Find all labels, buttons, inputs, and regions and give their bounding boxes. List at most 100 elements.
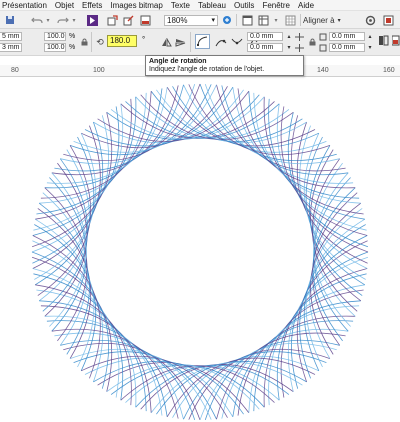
spiro-stroke <box>237 315 356 416</box>
options-icon[interactable] <box>364 14 376 26</box>
redo-dropdown-icon[interactable]: ▾ <box>71 14 77 26</box>
view-dropdown-icon[interactable]: ▾ <box>272 14 280 26</box>
spiro-stroke <box>199 342 337 421</box>
spiro-stroke <box>312 158 358 312</box>
ruler-tick: 80 <box>11 67 19 74</box>
full-screen-icon[interactable] <box>241 14 253 26</box>
property-bar: 5 mm 3 mm 100.0 100.0 % % ⟲ 180.0 ° 0.0 … <box>0 29 400 56</box>
menu-aide[interactable]: Aide <box>298 0 314 11</box>
scale-x-value: 100.0 <box>47 33 65 40</box>
menu-outils[interactable]: Outils <box>234 0 254 11</box>
toolbar-separator <box>190 32 191 52</box>
toolbar-separator <box>300 14 301 26</box>
standard-toolbar: ▾ ▾ 180% ▾ ▾ Aligner à ▾ <box>0 11 400 29</box>
spiro-stroke <box>199 83 337 162</box>
offset-value-2: 0.0 mm <box>332 44 356 51</box>
toolbar-separator <box>91 32 92 52</box>
spiro-stroke <box>42 192 88 346</box>
object-width-value: 5 mm <box>2 33 20 40</box>
spiro-stroke <box>140 364 294 410</box>
spiro-stroke <box>290 251 369 389</box>
lock-ratio-icon[interactable] <box>80 37 88 46</box>
spiro-stroke <box>31 256 113 392</box>
spiro-stroke <box>106 94 260 140</box>
import-icon[interactable] <box>106 14 118 26</box>
menu-effets[interactable]: Effets <box>82 0 102 11</box>
publish-pdf-icon[interactable] <box>139 14 151 26</box>
rotation-tooltip: Angle de rotation Indiquez l'angle de ro… <box>145 55 304 76</box>
undo-dropdown-icon[interactable]: ▾ <box>45 14 51 26</box>
rotation-angle-field[interactable]: 180.0 <box>107 35 137 47</box>
snap-to-button[interactable]: Aligner à ▾ <box>303 14 359 26</box>
smooth-node-icon[interactable] <box>214 35 227 48</box>
undo-icon[interactable] <box>30 14 44 26</box>
menu-fenetre[interactable]: Fenêtre <box>262 0 290 11</box>
scale-y-value: 100.0 <box>47 44 65 51</box>
menu-texte[interactable]: Texte <box>171 0 190 11</box>
spiro-stroke <box>42 158 88 312</box>
mirror-horizontal-icon[interactable] <box>160 37 172 47</box>
outline-width-value-1: 0.0 mm <box>250 33 274 40</box>
redo-icon[interactable] <box>56 14 70 26</box>
toolbar-separator <box>236 14 237 26</box>
break-apart-icon[interactable] <box>377 34 389 46</box>
spiro-stroke <box>60 339 196 421</box>
spiro-stroke <box>63 83 201 162</box>
cusp-node-button[interactable] <box>195 34 210 49</box>
rotation-unit: ° <box>142 35 146 44</box>
spiro-stroke <box>60 83 196 165</box>
menu-images-bitmap[interactable]: Images bitmap <box>110 0 162 11</box>
spiro-stroke <box>204 339 340 421</box>
spiro-stroke <box>140 94 294 140</box>
scale-y-field[interactable]: 100.0 <box>44 43 66 52</box>
spiro-stroke <box>44 88 163 189</box>
spiro-stroke <box>204 83 340 165</box>
offset-icon <box>318 43 327 52</box>
zoom-level-select[interactable]: 180% ▾ <box>164 15 218 26</box>
spirograph-shape[interactable] <box>0 77 400 421</box>
more-options-icon[interactable] <box>391 34 400 46</box>
symmetric-node-icon[interactable] <box>230 35 243 48</box>
offset-field-1[interactable]: 0.0 mm <box>329 32 365 41</box>
ruler-tick: 100 <box>93 67 105 74</box>
stepper-up-icon[interactable]: ▴ <box>367 32 373 41</box>
drawing-canvas[interactable] <box>0 77 400 421</box>
menu-tableau[interactable]: Tableau <box>198 0 226 11</box>
snap-grid-icon[interactable] <box>284 14 296 26</box>
lock-icon[interactable] <box>308 37 316 46</box>
spiro-stroke <box>237 88 356 189</box>
object-width-field[interactable]: 5 mm <box>0 32 22 41</box>
object-height-value: 3 mm <box>2 44 20 51</box>
spiro-stroke <box>263 96 364 215</box>
offset-field-2[interactable]: 0.0 mm <box>329 43 365 52</box>
zoom-value: 180% <box>167 16 188 25</box>
object-height-field[interactable]: 3 mm <box>0 43 22 52</box>
ruler-tick: 160 <box>383 67 395 74</box>
offset-value-1: 0.0 mm <box>332 33 356 40</box>
app-launcher-icon[interactable] <box>382 14 394 26</box>
launcher-icon[interactable] <box>86 14 98 26</box>
show-rulers-icon[interactable] <box>257 14 269 26</box>
mirror-vertical-icon[interactable] <box>174 37 186 47</box>
chevron-down-icon: ▾ <box>337 17 341 24</box>
stepper-down-icon[interactable]: ▾ <box>286 43 292 52</box>
stepper-up-icon[interactable]: ▴ <box>286 32 292 41</box>
spiro-stroke <box>312 192 358 346</box>
scale-x-field[interactable]: 100.0 <box>44 32 66 41</box>
rotate-icon: ⟲ <box>96 36 104 47</box>
outline-width-field-1[interactable]: 0.0 mm <box>247 32 283 41</box>
zoom-fit-icon[interactable] <box>221 14 232 26</box>
position-icon <box>294 32 304 41</box>
menu-objet[interactable]: Objet <box>55 0 74 11</box>
outline-width-field-2[interactable]: 0.0 mm <box>247 43 283 52</box>
menu-presentation[interactable]: Présentation <box>2 0 47 11</box>
export-icon[interactable] <box>122 14 134 26</box>
spiro-stroke <box>290 115 369 253</box>
save-icon[interactable] <box>4 14 15 26</box>
stepper-down-icon[interactable]: ▾ <box>367 43 373 52</box>
spiro-stroke <box>287 256 369 392</box>
rotation-angle-value: 180.0 <box>110 36 131 45</box>
scale-y-unit: % <box>69 44 76 51</box>
offset-icon <box>318 32 327 41</box>
spiro-stroke <box>31 112 113 248</box>
